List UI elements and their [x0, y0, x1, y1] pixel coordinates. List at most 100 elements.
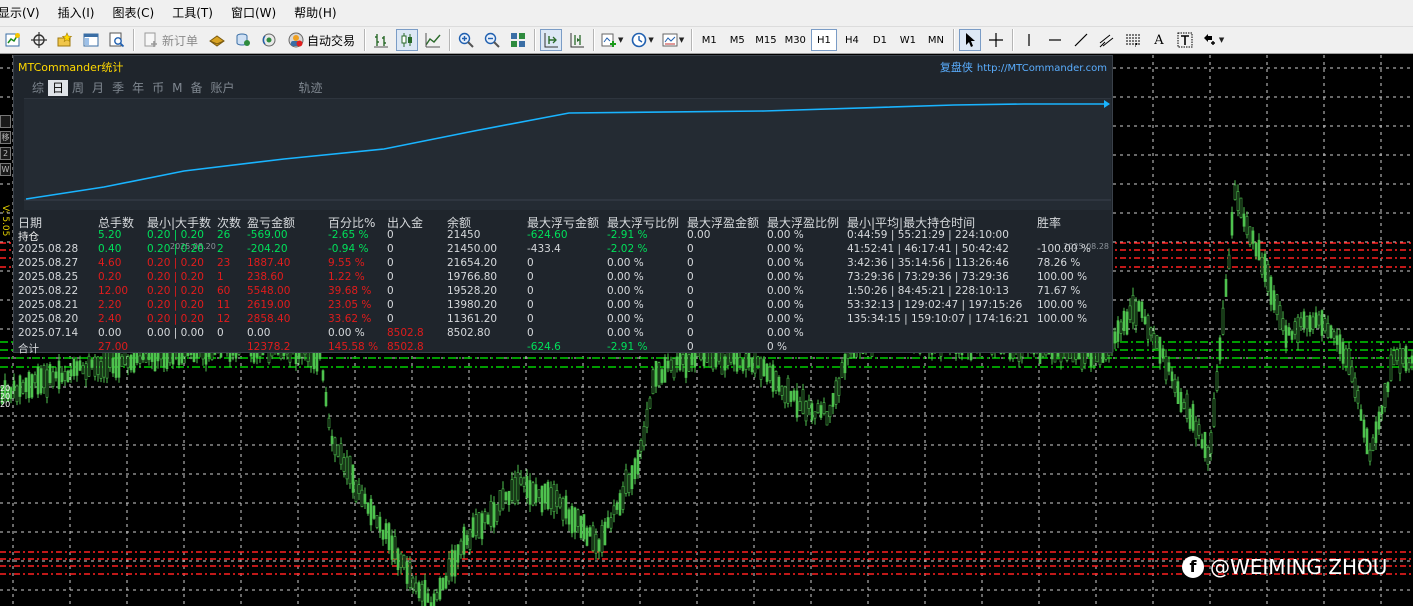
timeframe-w1[interactable]: W1	[895, 29, 921, 51]
new-order-button[interactable]: 新订单	[139, 29, 202, 51]
equidistant-channel-button[interactable]	[1096, 29, 1118, 51]
timeframe-mn[interactable]: MN	[923, 29, 949, 51]
stats-tab[interactable]: 币	[148, 80, 168, 96]
new-order-label: 新订单	[162, 33, 199, 48]
timeframe-h4[interactable]: H4	[839, 29, 865, 51]
stats-tab[interactable]: 季	[108, 80, 128, 96]
bar-chart-button[interactable]	[370, 29, 392, 51]
table-row[interactable]: 2025.08.20 2.40 0.20 | 0.20 12 2858.40 33.62 …	[18, 313, 1108, 327]
candle-body	[1197, 424, 1201, 436]
strategy-button[interactable]	[206, 29, 228, 51]
navigator-button[interactable]	[80, 29, 102, 51]
table-row[interactable]: 2025.08.21 2.20 0.20 | 0.20 11 2619.00 23.05 …	[18, 299, 1108, 313]
new-chart-icon	[5, 33, 20, 47]
toolbar-separator	[534, 29, 536, 51]
indicators-button[interactable]: ▼	[599, 29, 625, 51]
table-cell-pnl: 0.00	[247, 327, 271, 339]
candlestick-button[interactable]	[396, 29, 419, 51]
zoom-in-button[interactable]	[455, 29, 477, 51]
vertical-line-button[interactable]	[1018, 29, 1040, 51]
menu-insert[interactable]: 插入(I)	[49, 0, 104, 26]
candle-body	[813, 411, 817, 419]
timeframe-m1[interactable]: M1	[696, 29, 722, 51]
side-tab[interactable]	[0, 115, 11, 128]
table-cell-max-loss-pct: 0.00 %	[607, 285, 644, 297]
menu-charts[interactable]: 图表(C)	[103, 0, 163, 26]
candle-body	[1365, 428, 1369, 455]
candle-body	[66, 370, 70, 383]
timeframe-m30[interactable]: M30	[782, 29, 809, 51]
market-button[interactable]	[258, 29, 280, 51]
timeframe-m15[interactable]: M15	[752, 29, 779, 51]
table-row[interactable]: 2025.08.28 0.40 0.20 | 0.20 2 -204.20 -0.94 %…	[18, 243, 1108, 257]
profiles-button[interactable]	[28, 29, 50, 51]
table-row[interactable]: 2025.08.27 4.60 0.20 | 0.20 23 1887.40 9.55 %…	[18, 257, 1108, 271]
stats-tab[interactable]: 年	[128, 80, 148, 96]
stats-tab[interactable]: 账户	[206, 80, 238, 96]
candle-body	[792, 390, 796, 401]
candle-body	[672, 358, 676, 379]
stats-tab[interactable]: 日	[48, 80, 69, 96]
crosshair-tool-button[interactable]	[985, 29, 1007, 51]
menu-tools[interactable]: 工具(T)	[163, 0, 222, 26]
auto-trading-button[interactable]: 自动交易	[284, 29, 359, 51]
table-row[interactable]: 2025.07.14 0.00 0.00 | 0.00 0 0.00 0.00 % 8502…	[18, 327, 1108, 341]
text-label-button[interactable]	[1174, 29, 1196, 51]
zoom-out-button[interactable]	[481, 29, 503, 51]
periods-button[interactable]: ▼	[629, 29, 655, 51]
timeframe-h1[interactable]: H1	[810, 29, 837, 51]
table-cell-max-gain-pct: 0.00 %	[767, 285, 804, 297]
stats-tab[interactable]: 周	[68, 80, 88, 96]
stats-tab[interactable]: 轨迹	[295, 80, 327, 96]
chart-shift-button[interactable]	[566, 29, 588, 51]
total-cell-max-loss: -624.6	[527, 341, 561, 353]
total-cell-label: 合计	[18, 343, 39, 355]
candle-body	[564, 495, 568, 519]
stats-tab[interactable]: 备	[186, 80, 206, 96]
favorites-button[interactable]	[54, 29, 76, 51]
candle-body	[1116, 320, 1120, 342]
trendline-button[interactable]	[1070, 29, 1092, 51]
stats-tab[interactable]: 月	[88, 80, 108, 96]
new-chart-button[interactable]	[2, 29, 24, 51]
candle-body	[1374, 421, 1378, 443]
table-row[interactable]: 2025.08.22 12.00 0.20 | 0.20 60 5548.00 39.68…	[18, 285, 1108, 299]
side-tab[interactable]: 2	[0, 147, 11, 160]
timeframe-d1[interactable]: D1	[867, 29, 893, 51]
candle-body	[525, 476, 529, 498]
horizontal-line-button[interactable]	[1044, 29, 1066, 51]
side-tab[interactable]: 移	[0, 131, 11, 144]
tile-windows-button[interactable]	[507, 29, 529, 51]
stats-tab[interactable]: 综	[28, 80, 48, 96]
candle-body	[1230, 212, 1234, 236]
table-cell-max-loss-pct: 0.00 %	[607, 327, 644, 339]
table-row[interactable]: 2025.08.25 0.20 0.20 | 0.20 1 238.60 1.22 % 0 1…	[18, 271, 1108, 285]
menu-view[interactable]: 显示(V)	[0, 0, 49, 26]
timeframe-m5[interactable]: M5	[724, 29, 750, 51]
candle-body	[657, 362, 661, 386]
table-cell-minmax: 0.20 | 0.20	[147, 243, 204, 255]
arrows-button[interactable]: ▼	[1200, 29, 1226, 51]
stats-tab[interactable]: M	[168, 80, 186, 96]
side-tab[interactable]: W	[0, 163, 11, 176]
menu-help[interactable]: 帮助(H)	[285, 0, 345, 26]
fibonacci-button[interactable]: F	[1122, 29, 1144, 51]
candle-body	[1119, 321, 1123, 334]
brand-url-link[interactable]: http://MTCommander.com	[977, 63, 1107, 74]
menu-window[interactable]: 窗口(W)	[222, 0, 285, 26]
candle-body	[1323, 318, 1327, 332]
table-row[interactable]: 持仓 5.20 0.20 | 0.20 26 -569.00 -2.65 % 0 21450 -…	[18, 229, 1108, 243]
signals-button[interactable]	[232, 29, 254, 51]
candle-body	[495, 503, 499, 522]
candle-body	[1146, 315, 1150, 340]
terminal-button[interactable]	[106, 29, 128, 51]
text-tool-button[interactable]: A	[1148, 29, 1170, 51]
cursor-tool-button[interactable]	[958, 29, 981, 51]
line-chart-button[interactable]	[422, 29, 444, 51]
templates-button[interactable]: ▼	[660, 29, 686, 51]
table-cell-date: 2025.08.22	[18, 285, 79, 297]
candle-body	[1134, 300, 1138, 326]
auto-scroll-button[interactable]	[540, 29, 563, 51]
candle-body	[528, 480, 532, 505]
candle-body	[477, 512, 481, 539]
